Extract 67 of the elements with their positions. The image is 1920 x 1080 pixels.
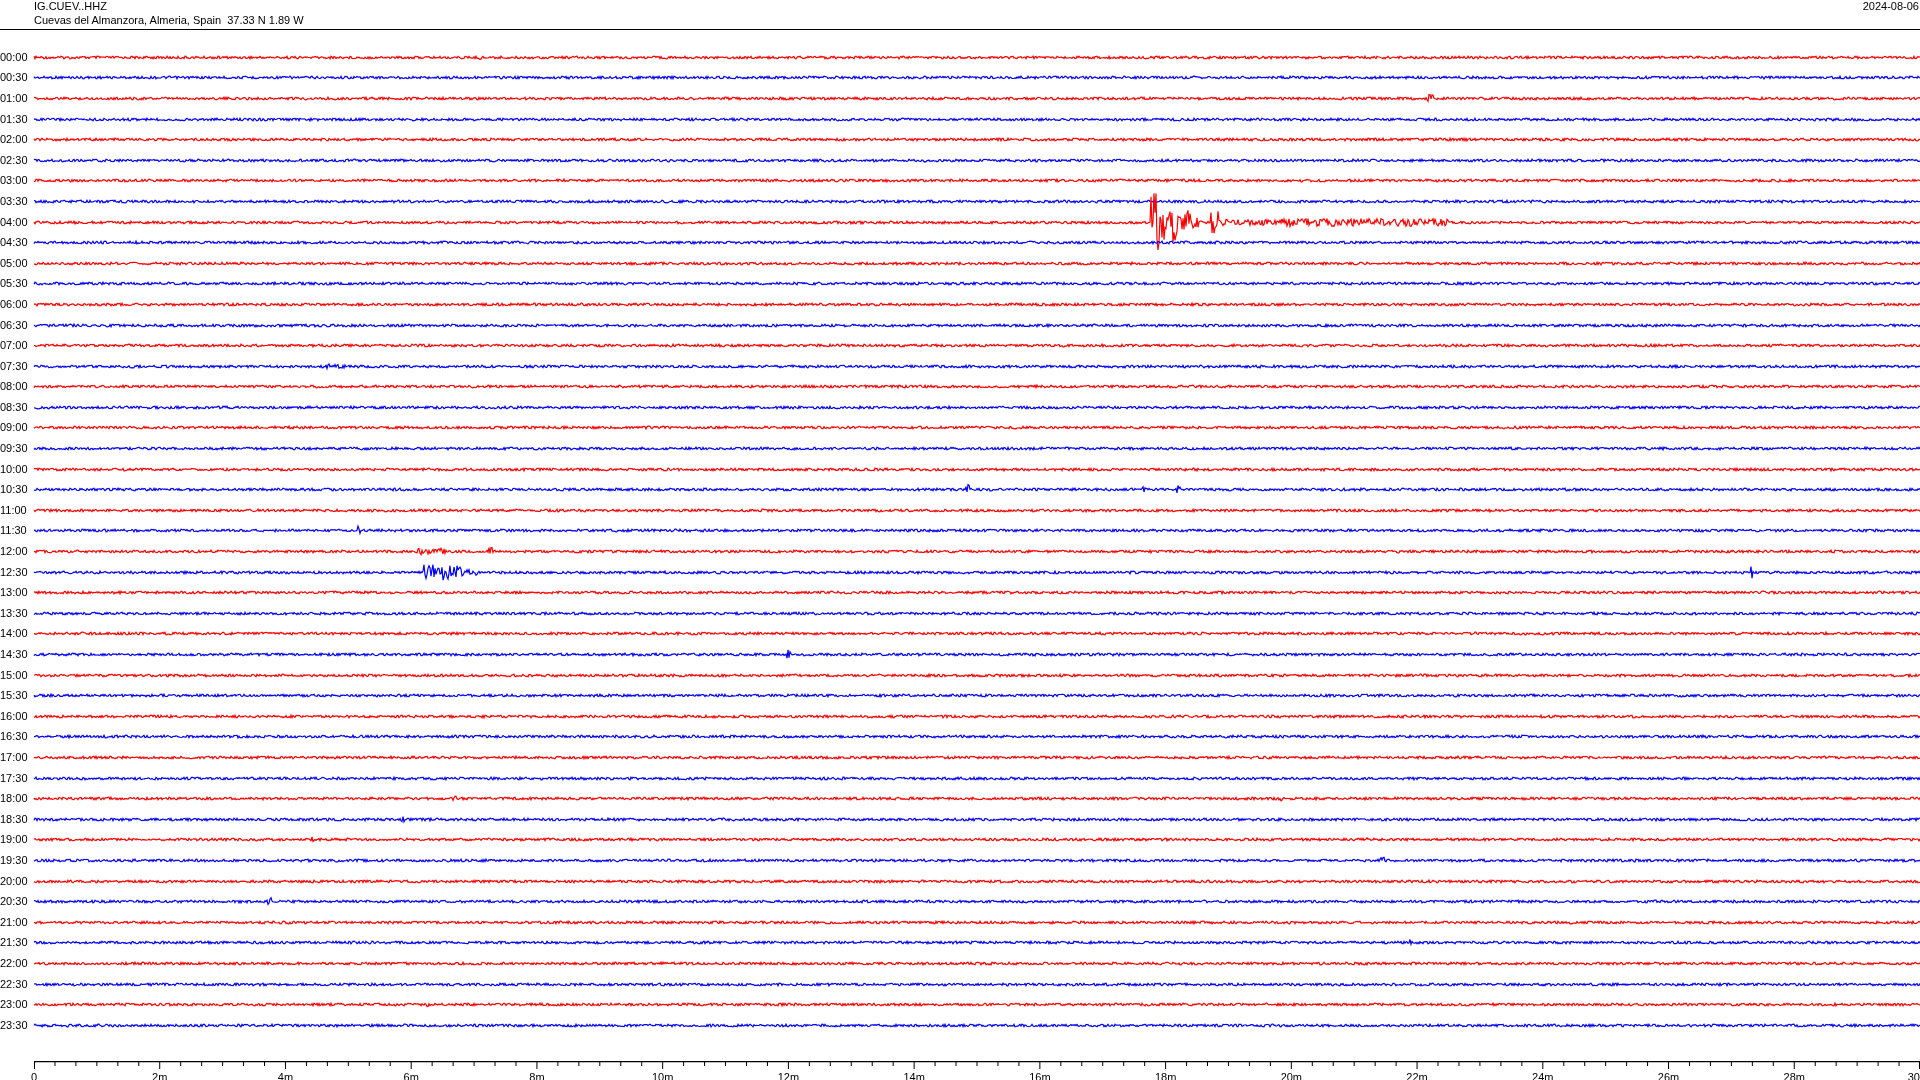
axis-tick-label: 28m <box>1783 1070 1805 1080</box>
time-label: 08:30 <box>0 400 29 414</box>
axis-tick-label: 18m <box>1154 1070 1177 1080</box>
time-label: 20:00 <box>0 874 29 888</box>
time-label: 15:30 <box>0 689 29 703</box>
time-label: 17:00 <box>0 751 29 764</box>
axis-tick-label: 14m <box>903 1070 925 1080</box>
time-label: 07:00 <box>0 339 29 353</box>
time-label: 21:30 <box>0 936 29 950</box>
time-label: 05:30 <box>0 277 29 291</box>
time-label: 12:30 <box>0 565 29 579</box>
time-label: 19:00 <box>0 833 29 847</box>
time-label: 02:30 <box>0 153 29 167</box>
axis-tick-label: 16m <box>1029 1070 1051 1080</box>
time-label: 22:00 <box>0 956 29 970</box>
time-label: 13:30 <box>0 606 29 620</box>
time-label: 09:00 <box>0 421 29 435</box>
time-label: 03:00 <box>0 174 29 188</box>
axis-tick-label: 20m <box>1280 1070 1303 1080</box>
axis-tick-label: 26m <box>1657 1070 1680 1080</box>
time-label: 12:00 <box>0 545 29 559</box>
axis-tick-label: 12m <box>777 1070 800 1080</box>
time-label: 08:00 <box>0 380 29 394</box>
time-label: 17:30 <box>0 771 29 785</box>
time-label: 09:30 <box>0 442 29 456</box>
time-label: 05:00 <box>0 256 29 270</box>
time-label: 04:30 <box>0 236 29 250</box>
axis-tick-label: 4m <box>277 1070 294 1080</box>
time-label: 11:30 <box>0 524 28 538</box>
time-label: 16:00 <box>0 709 29 723</box>
time-label: 06:00 <box>0 297 29 311</box>
time-label: 10:00 <box>0 462 29 476</box>
time-label: 16:30 <box>0 730 29 744</box>
axis-tick-label: 8m <box>529 1070 545 1080</box>
axis-tick-label: 10m <box>651 1070 674 1080</box>
station-location: Cuevas del Almanzora, Almeria, Spain 37.33 N 1.89 W <box>34 14 304 27</box>
time-label: 03:30 <box>0 194 29 208</box>
axis-tick-label: 30 <box>1907 1070 1920 1080</box>
time-label: 01:00 <box>0 92 29 105</box>
time-label: 00:30 <box>0 71 29 85</box>
time-label: 00:00 <box>0 50 29 64</box>
axis-tick-label: 24m <box>1532 1070 1554 1080</box>
time-label: 11:00 <box>0 503 28 517</box>
axis-tick-label: 22m <box>1406 1070 1428 1080</box>
axis-tick-label: 6m <box>403 1070 419 1080</box>
channel-code: IG.CUEV..HHZ <box>34 0 108 13</box>
time-label: 06:30 <box>0 318 29 332</box>
time-label: 18:00 <box>0 792 29 806</box>
time-label: 19:30 <box>0 853 29 867</box>
time-label: 01:30 <box>0 112 29 126</box>
time-label: 22:30 <box>0 977 29 991</box>
time-label: 13:00 <box>0 586 29 600</box>
time-label: 04:00 <box>0 215 29 229</box>
time-label: 23:30 <box>0 1018 29 1032</box>
time-label: 14:30 <box>0 648 29 661</box>
axis-tick-label: 2m <box>152 1070 168 1080</box>
axis-tick-label: 0 <box>30 1070 38 1080</box>
record-date: 2024-08-06 <box>1862 0 1919 13</box>
time-label: 18:30 <box>0 812 29 826</box>
time-label: 02:00 <box>0 133 29 147</box>
time-label: 14:00 <box>0 627 29 641</box>
time-label: 10:30 <box>0 483 29 497</box>
time-label: 15:00 <box>0 668 29 682</box>
time-label: 21:00 <box>0 915 29 929</box>
time-label: 23:00 <box>0 998 29 1012</box>
time-label: 07:30 <box>0 359 29 373</box>
time-label: 20:30 <box>0 895 29 909</box>
